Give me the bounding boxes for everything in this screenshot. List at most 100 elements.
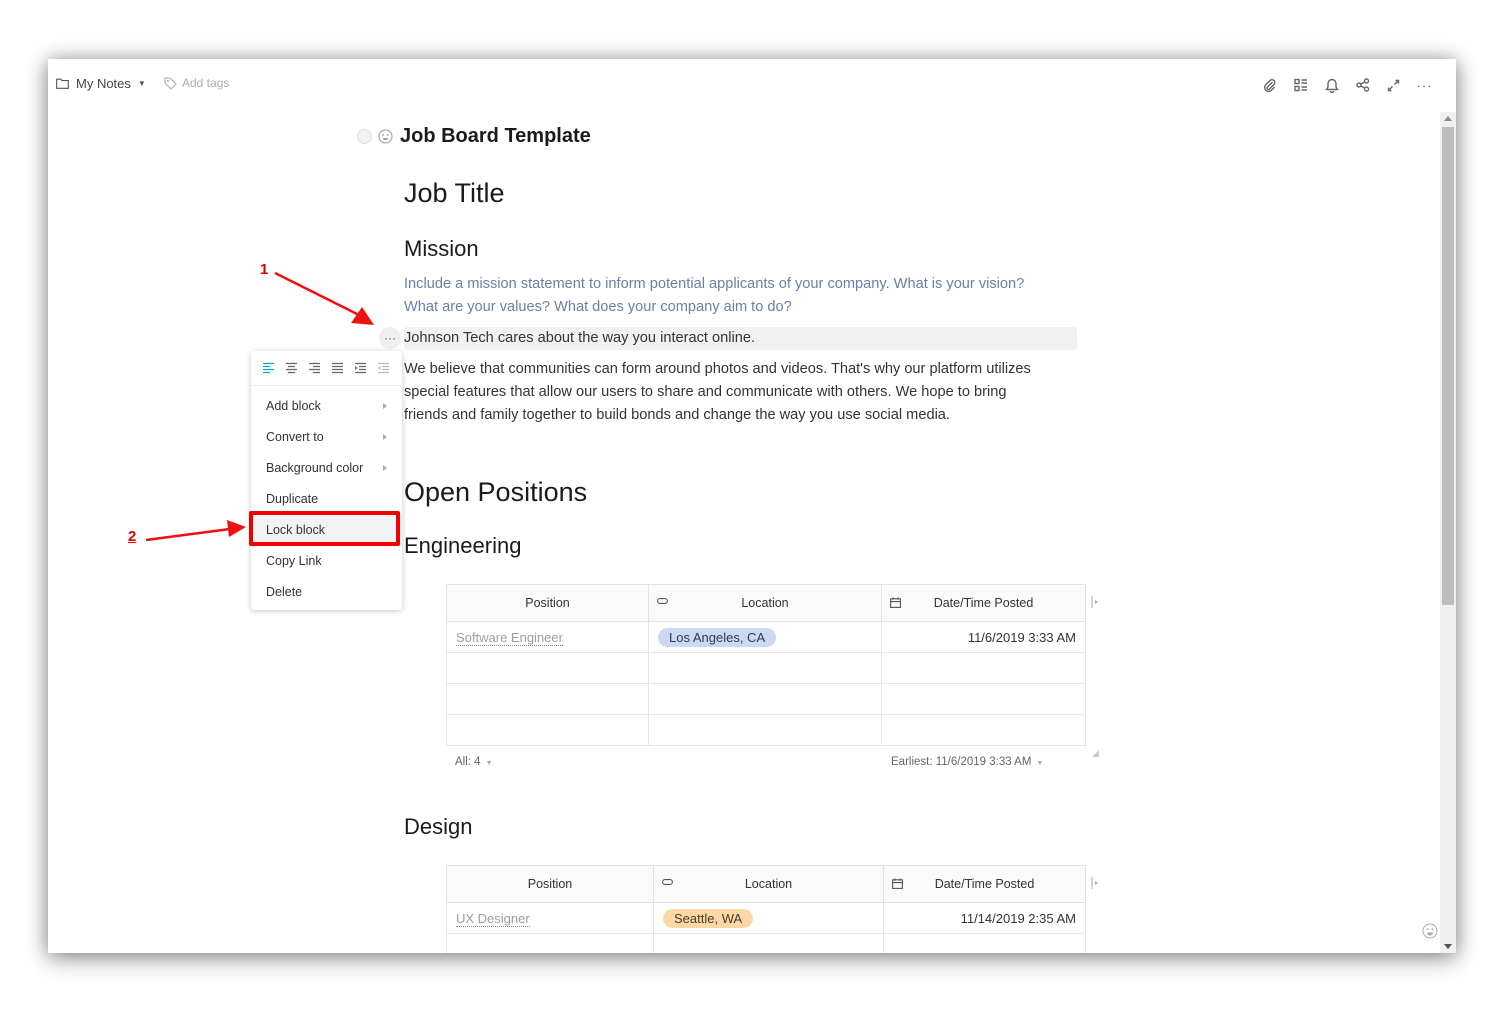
emoji-icon[interactable]: [378, 129, 393, 144]
body-line-2[interactable]: special features that allow our users to…: [404, 381, 1084, 404]
menu-item-label: Copy Link: [266, 553, 322, 568]
menu-item-label: Add block: [266, 398, 321, 413]
cell-position[interactable]: Software Engineer: [446, 621, 649, 653]
alignment-toolbar: [251, 351, 402, 386]
add-column-icon[interactable]: [1091, 876, 1101, 890]
cell-location[interactable]: [648, 714, 882, 746]
date-summary[interactable]: Earliest: 11/6/2019 3:33 AM ▼: [891, 756, 1043, 768]
heading-engineering[interactable]: Engineering: [404, 533, 521, 559]
table-row: [446, 683, 1086, 715]
heading-mission[interactable]: Mission: [404, 236, 479, 262]
expand-button[interactable]: [1378, 75, 1409, 95]
cell-location[interactable]: Los Angeles, CA: [648, 621, 882, 653]
document-title[interactable]: Job Board Template: [400, 125, 591, 148]
annotation-step-2: 2: [128, 528, 137, 545]
reminder-button[interactable]: [1316, 75, 1347, 95]
indent-icon[interactable]: [354, 362, 367, 374]
share-button[interactable]: [1347, 75, 1378, 95]
feedback-smiley-icon[interactable]: [1422, 923, 1438, 939]
location-tag: Los Angeles, CA: [658, 627, 777, 647]
cell-position[interactable]: [446, 933, 654, 953]
folder-icon: [56, 78, 69, 89]
menu-item-label: Convert to: [266, 429, 324, 444]
highlighted-block[interactable]: Johnson Tech cares about the way you int…: [404, 327, 1077, 350]
heading-design[interactable]: Design: [404, 814, 472, 840]
align-left-icon[interactable]: [262, 362, 275, 374]
note-status-toggle[interactable]: [357, 129, 372, 144]
heading-open-positions[interactable]: Open Positions: [404, 477, 587, 508]
align-justify-icon[interactable]: [331, 362, 344, 374]
column-header-location[interactable]: Location: [653, 865, 884, 903]
resize-handle-icon[interactable]: [1091, 749, 1100, 758]
column-header-date[interactable]: Date/Time Posted: [881, 584, 1086, 622]
cell-position[interactable]: [446, 714, 649, 746]
earliest-date-label: Earliest: 11/6/2019 3:33 AM: [891, 756, 1032, 768]
table-row: Software Engineer Los Angeles, CA 11/6/2…: [446, 621, 1086, 653]
select-field-icon: [657, 598, 668, 604]
title-row: Job Board Template: [357, 125, 591, 148]
mission-hint-line-1[interactable]: Include a mission statement to inform po…: [404, 273, 1084, 296]
toolbar: ···: [1254, 75, 1440, 95]
annotation-step-1: 1: [260, 261, 269, 278]
body-line-3[interactable]: friends and family together to build bon…: [404, 404, 1084, 427]
cell-date[interactable]: [881, 714, 1086, 746]
outline-icon: [1293, 78, 1307, 92]
menu-item-add-block[interactable]: Add block: [251, 390, 402, 421]
body-line-1[interactable]: We believe that communities can form aro…: [404, 358, 1084, 381]
menu-item-copy-link[interactable]: Copy Link: [251, 545, 402, 576]
cell-location[interactable]: Seattle, WA: [653, 902, 884, 934]
align-right-icon[interactable]: [308, 362, 321, 374]
scrollbar-thumb[interactable]: [1442, 127, 1454, 605]
app-window: My Notes ▼ Add tags ··· Job Board Templa…: [48, 59, 1456, 953]
cell-date[interactable]: [881, 652, 1086, 684]
cell-location[interactable]: [648, 683, 882, 715]
column-header-position[interactable]: Position: [446, 584, 649, 622]
menu-item-label: Background color: [266, 460, 364, 475]
table-row: UX Designer Seattle, WA 11/14/2019 2:35 …: [446, 902, 1086, 934]
column-header-location[interactable]: Location: [648, 584, 882, 622]
attachment-button[interactable]: [1254, 75, 1285, 95]
scroll-down-icon[interactable]: [1444, 944, 1452, 949]
cell-position[interactable]: [446, 652, 649, 684]
mission-hint-line-2[interactable]: What are your values? What does your com…: [404, 296, 1084, 319]
menu-item-delete[interactable]: Delete: [251, 576, 402, 607]
add-column-icon[interactable]: [1091, 595, 1101, 609]
scroll-up-icon[interactable]: [1444, 116, 1452, 121]
menu-item-convert-to[interactable]: Convert to: [251, 421, 402, 452]
outline-button[interactable]: [1285, 75, 1316, 95]
add-tags-button[interactable]: Add tags: [164, 76, 229, 90]
row-count-summary[interactable]: All: 4 ▼: [455, 756, 493, 768]
vertical-scrollbar[interactable]: [1440, 112, 1456, 953]
table-header-row: Position Location Date/Time Posted: [446, 584, 1086, 622]
engineering-table: Position Location Date/Time Posted Softw…: [446, 584, 1086, 746]
menu-item-background-color[interactable]: Background color: [251, 452, 402, 483]
notebook-selector[interactable]: My Notes ▼: [56, 76, 146, 91]
cell-date[interactable]: [883, 933, 1086, 953]
caret-down-icon: ▼: [1036, 760, 1044, 767]
paperclip-icon: [1264, 78, 1276, 92]
menu-item-label: Duplicate: [266, 491, 319, 506]
cell-location[interactable]: [653, 933, 884, 953]
design-table: Position Location Date/Time Posted UX De…: [446, 865, 1086, 953]
heading-job-title[interactable]: Job Title: [404, 178, 505, 209]
location-tag: Seattle, WA: [663, 908, 754, 928]
cell-date[interactable]: 11/6/2019 3:33 AM: [881, 621, 1086, 653]
chevron-right-icon: [383, 402, 387, 409]
cell-position[interactable]: UX Designer: [446, 902, 654, 934]
outdent-icon[interactable]: [377, 362, 390, 374]
cell-location[interactable]: [648, 652, 882, 684]
cell-date[interactable]: 11/14/2019 2:35 AM: [883, 902, 1086, 934]
block-handle-button[interactable]: ···: [379, 327, 401, 349]
column-header-date[interactable]: Date/Time Posted: [883, 865, 1086, 903]
expand-icon: [1387, 79, 1400, 91]
column-label: Location: [744, 877, 793, 891]
arrow-2-icon: [145, 520, 246, 542]
position-value: Software Engineer: [456, 629, 563, 646]
more-button[interactable]: ···: [1409, 75, 1440, 95]
align-center-icon[interactable]: [285, 362, 298, 374]
column-header-position[interactable]: Position: [446, 865, 654, 903]
cell-date[interactable]: [881, 683, 1086, 715]
cell-position[interactable]: [446, 683, 649, 715]
table-row: [446, 933, 1086, 953]
menu-item-duplicate[interactable]: Duplicate: [251, 483, 402, 514]
